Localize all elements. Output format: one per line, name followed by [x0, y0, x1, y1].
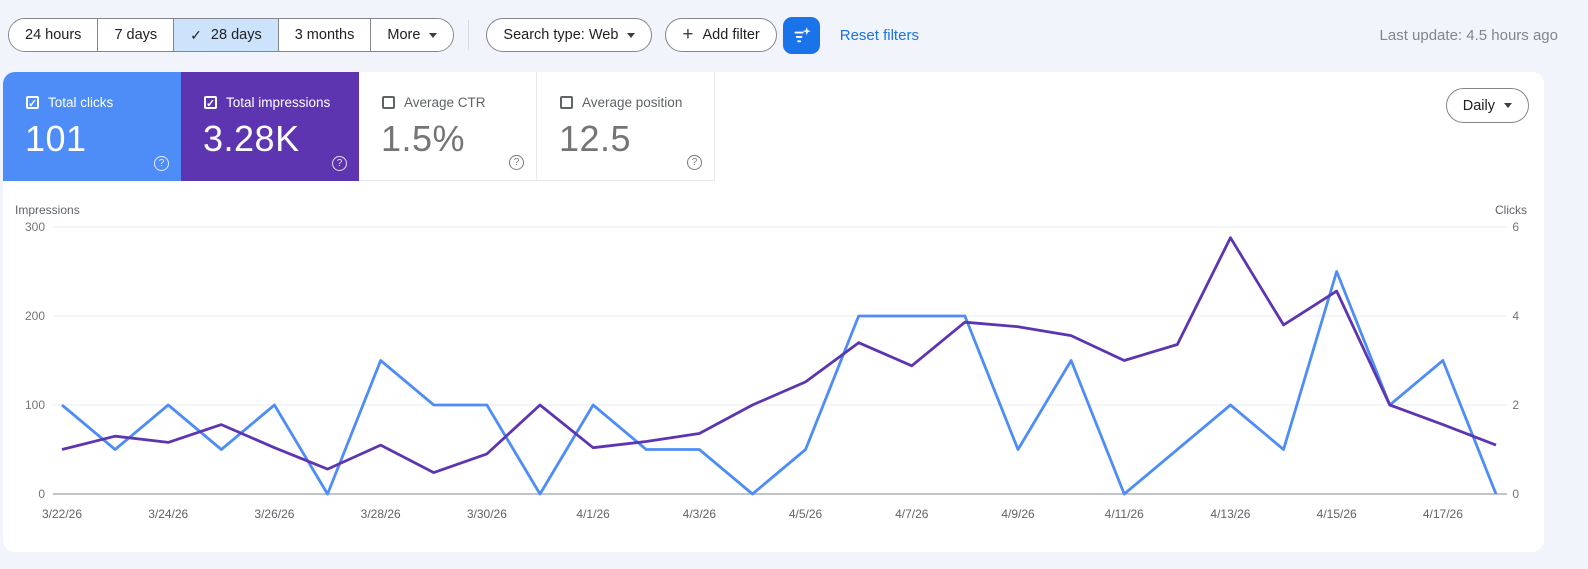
x-axis-tick: 3/22/26: [42, 507, 82, 521]
left-axis-tick: 200: [25, 309, 45, 323]
x-axis-tick: 4/7/26: [895, 507, 929, 521]
granularity-label: Daily: [1462, 97, 1495, 114]
left-axis-tick: 0: [38, 487, 45, 501]
chevron-down-icon: [1504, 103, 1512, 108]
left-axis-tick: 100: [25, 398, 45, 412]
x-axis-tick: 3/26/26: [254, 507, 294, 521]
metric-header: ✓ Total impressions: [204, 95, 330, 110]
metric-header: ✓ Total clicks: [26, 95, 113, 110]
date-range-7-days[interactable]: 7 days: [97, 19, 174, 51]
x-axis-tick: 4/17/26: [1423, 507, 1463, 521]
plus-icon: +: [682, 24, 694, 45]
x-axis-tick: 4/5/26: [789, 507, 823, 521]
checkbox-unchecked-icon[interactable]: [560, 96, 573, 109]
date-range-label: 3 months: [294, 27, 355, 43]
clicks-line: [61, 270, 1498, 496]
metric-header: Average CTR: [382, 95, 486, 110]
metric-label: Average CTR: [404, 95, 486, 110]
x-axis-tick: 4/13/26: [1210, 507, 1250, 521]
search-type-dropdown[interactable]: Search type: Web: [486, 18, 653, 52]
left-axis-tick: 300: [25, 220, 45, 234]
help-icon[interactable]: ?: [687, 155, 702, 170]
metric-tile-total-clicks[interactable]: ✓ Total clicks 101?: [3, 72, 181, 181]
search-type-label: Search type: Web: [503, 27, 619, 43]
metric-tiles: ✓ Total clicks 101? ✓ Total impressions 3.28K…: [3, 72, 715, 181]
x-axis-tick: 3/30/26: [467, 507, 507, 521]
x-axis-tick: 4/3/26: [683, 507, 717, 521]
performance-card: ✓ Total clicks 101? ✓ Total impressions 3.28K…: [3, 72, 1544, 552]
last-update-text: Last update: 4.5 hours ago: [1379, 26, 1558, 44]
right-axis-tick: 6: [1512, 220, 1519, 234]
date-range-28-days[interactable]: ✓ 28 days: [173, 19, 278, 51]
filter-sparkle-icon: [794, 26, 811, 42]
metric-label: Total clicks: [48, 95, 114, 110]
granularity-dropdown[interactable]: Daily: [1445, 88, 1529, 123]
metric-value: 101: [25, 118, 87, 159]
checkbox-unchecked-icon[interactable]: [382, 96, 395, 109]
chevron-down-icon: [429, 32, 438, 38]
help-icon[interactable]: ?: [332, 156, 347, 171]
help-icon[interactable]: ?: [509, 155, 524, 170]
right-axis-tick: 0: [1512, 487, 1519, 501]
search-console-performance-page: 24 hours 7 days ✓ 28 days 3 months More Searc…: [0, 0, 1588, 569]
add-filter-label: Add filter: [702, 27, 760, 43]
metric-value: 1.5%: [381, 118, 466, 159]
x-axis-tick: 4/15/26: [1317, 507, 1357, 521]
left-axis-title: Impressions: [15, 203, 80, 217]
metric-tile-total-impressions[interactable]: ✓ Total impressions 3.28K?: [181, 72, 359, 181]
check-icon: ✓: [190, 26, 202, 43]
x-axis-tick: 4/11/26: [1105, 507, 1144, 521]
metric-label: Average position: [582, 95, 683, 110]
toolbar: 24 hours 7 days ✓ 28 days 3 months More Searc…: [8, 16, 1558, 54]
right-axis-tick: 2: [1512, 398, 1519, 412]
metric-value: 12.5: [559, 118, 632, 159]
x-axis-tick: 3/28/26: [361, 507, 401, 521]
date-range-label: 7 days: [114, 27, 158, 43]
x-axis-tick: 4/9/26: [1001, 507, 1035, 521]
checkbox-checked-icon[interactable]: ✓: [204, 96, 217, 110]
right-axis-title: Clicks: [1495, 203, 1527, 217]
date-range-24-hours[interactable]: 24 hours: [9, 19, 98, 51]
right-axis-tick: 4: [1512, 309, 1519, 323]
metric-tile-average-position[interactable]: Average position 12.5?: [537, 72, 715, 181]
checkbox-checked-icon[interactable]: ✓: [26, 96, 39, 110]
metric-label: Total impressions: [226, 95, 331, 110]
filter-settings-button[interactable]: [782, 16, 820, 54]
date-range-3-months[interactable]: 3 months: [277, 19, 371, 51]
date-range-label: 24 hours: [25, 27, 82, 43]
help-icon[interactable]: ?: [154, 156, 169, 171]
performance-chart[interactable]: Impressions Clicks300 6200 4100 20 03/22/26 3/…: [3, 200, 1544, 535]
chevron-down-icon: [627, 32, 636, 38]
date-range-group: 24 hours 7 days ✓ 28 days 3 months More: [8, 18, 455, 52]
x-axis-tick: 3/24/26: [148, 507, 188, 521]
metric-value: 3.28K: [203, 118, 300, 159]
date-range-label: 28 days: [210, 27, 262, 43]
add-filter-button[interactable]: + Add filter: [665, 18, 777, 52]
impressions-line: [61, 236, 1497, 475]
reset-filters-link[interactable]: Reset filters: [840, 27, 919, 44]
date-range-more[interactable]: More: [370, 19, 454, 51]
metric-header: Average position: [560, 95, 682, 110]
date-range-label: More: [387, 27, 421, 43]
metric-tile-average-ctr[interactable]: Average CTR 1.5%?: [359, 72, 537, 181]
x-axis-tick: 4/1/26: [576, 507, 610, 521]
toolbar-divider: [468, 20, 470, 50]
